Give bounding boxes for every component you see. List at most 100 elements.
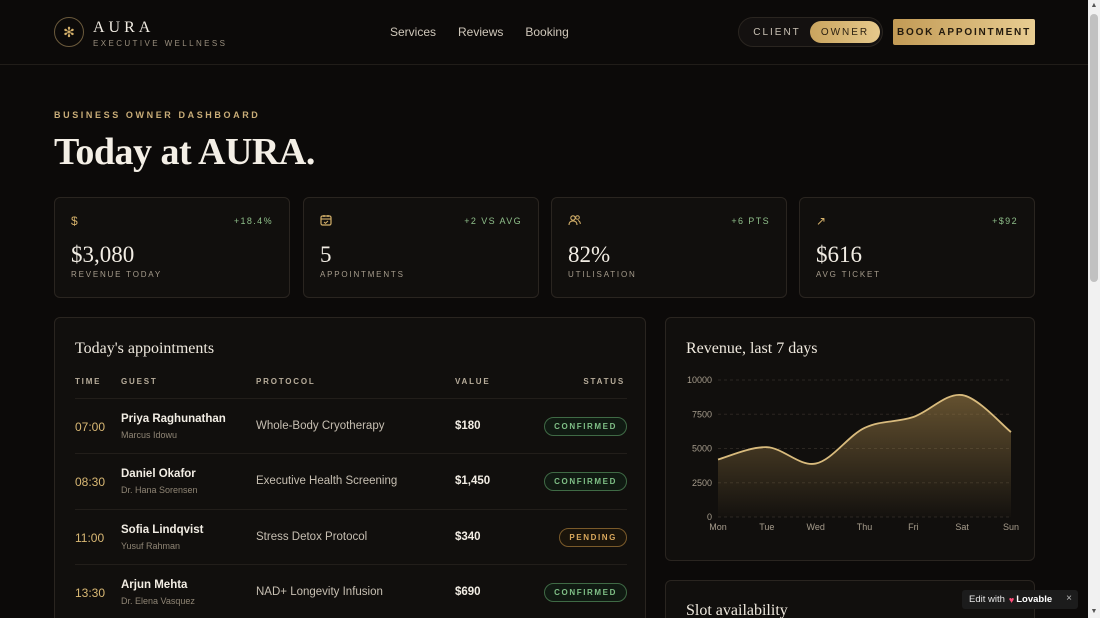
- arrow-up-right-icon: ↗: [816, 214, 827, 228]
- lovable-heart-icon: ♥: [1008, 594, 1015, 605]
- data-point-thu: [863, 426, 866, 429]
- protocol-name: Executive Health Screening: [256, 475, 398, 487]
- kpi-card-utilisation: +6 PTS 82% UTILISATION: [551, 197, 787, 298]
- appointment-value: $690: [455, 586, 481, 598]
- dashboard-eyebrow: BUSINESS OWNER DASHBOARD: [54, 110, 261, 120]
- status-badge: PENDING: [559, 528, 627, 547]
- kpi-value: $3,080: [71, 242, 135, 267]
- appointments-title: Today's appointments: [75, 340, 215, 357]
- data-point-mon: [717, 458, 720, 461]
- brand-tagline: EXECUTIVE WELLNESS: [93, 39, 228, 48]
- appointment-time: 13:30: [75, 586, 106, 600]
- nav-link-services[interactable]: Services: [390, 25, 436, 39]
- main-nav: Services Reviews Booking: [390, 25, 591, 39]
- page-title: Today at AURA.: [54, 131, 315, 173]
- x-tick-label: Fri: [908, 522, 919, 532]
- y-tick-label: 7500: [692, 409, 712, 419]
- guest-name: Priya Raghunathan: [121, 413, 226, 425]
- kpi-card-avg-ticket: ↗ +$92 $616 AVG TICKET: [799, 197, 1035, 298]
- practitioner-name: Yusuf Rahman: [121, 541, 181, 551]
- page-scrollbar[interactable]: ▲ ▼: [1088, 0, 1100, 618]
- x-tick-label: Tue: [759, 522, 774, 532]
- appointments-panel: Today's appointments TIME GUEST PROTOCOL…: [54, 317, 646, 618]
- appointment-value: $180: [455, 420, 481, 432]
- revenue-area: [718, 394, 1011, 517]
- practitioner-name: Dr. Elena Vasquez: [121, 596, 195, 606]
- brand-name[interactable]: AURA: [93, 19, 154, 37]
- revenue-chart-panel: Revenue, last 7 days 0 2500 5000 7500 10000 M…: [665, 317, 1035, 561]
- mode-toggle: CLIENT OWNER: [738, 17, 883, 47]
- status-badge: CONFIRMED: [544, 472, 627, 491]
- book-appointment-button[interactable]: BOOK APPOINTMENT: [893, 19, 1035, 45]
- kpi-label: UTILISATION: [568, 270, 637, 279]
- users-icon: [568, 214, 581, 229]
- appointment-row[interactable]: 07:00 Priya Raghunathan Marcus Idowu Who…: [75, 398, 627, 454]
- status-badge: CONFIRMED: [544, 583, 627, 602]
- column-header-time: TIME: [75, 377, 102, 386]
- column-header-guest: GUEST: [121, 377, 158, 386]
- scroll-thumb[interactable]: [1090, 14, 1098, 282]
- nav-link-reviews[interactable]: Reviews: [458, 25, 503, 39]
- data-point-wed: [814, 462, 817, 465]
- kpi-label: APPOINTMENTS: [320, 270, 405, 279]
- kpi-label: AVG TICKET: [816, 270, 881, 279]
- x-tick-label: Sat: [955, 522, 969, 532]
- column-header-protocol: PROTOCOL: [256, 377, 316, 386]
- guest-name: Daniel Okafor: [121, 468, 196, 480]
- appointment-value: $1,450: [455, 475, 491, 487]
- client-mode-button[interactable]: CLIENT: [749, 18, 805, 46]
- column-header-status: STATUS: [583, 377, 625, 386]
- owner-mode-button[interactable]: OWNER: [810, 21, 880, 43]
- data-point-tue: [765, 446, 768, 449]
- scroll-down-arrow-icon[interactable]: ▼: [1090, 608, 1098, 616]
- y-tick-label: 10000: [687, 375, 712, 385]
- x-tick-label: Sun: [1003, 522, 1019, 532]
- appointment-time: 11:00: [75, 531, 105, 545]
- kpi-value: 82%: [568, 242, 611, 267]
- calendar-icon: [320, 214, 332, 229]
- data-point-sat: [961, 394, 964, 397]
- kpi-delta: +6 PTS: [731, 216, 770, 226]
- data-point-sun: [1010, 431, 1013, 434]
- x-tick-label: Thu: [857, 522, 873, 532]
- dollar-icon: $: [71, 214, 78, 228]
- practitioner-name: Dr. Hana Sorensen: [121, 485, 198, 495]
- close-icon[interactable]: ×: [1066, 593, 1072, 604]
- kpi-card-revenue: $ +18.4% $3,080 REVENUE TODAY: [54, 197, 290, 298]
- scroll-up-arrow-icon[interactable]: ▲: [1090, 2, 1098, 10]
- protocol-name: Stress Detox Protocol: [256, 531, 368, 543]
- status-badge: CONFIRMED: [544, 417, 627, 436]
- y-tick-label: 2500: [692, 478, 712, 488]
- data-point-fri: [912, 415, 915, 418]
- guest-name: Arjun Mehta: [121, 579, 188, 591]
- kpi-value: 5: [320, 242, 332, 267]
- kpi-value: $616: [816, 242, 862, 267]
- y-tick-label: 5000: [692, 444, 712, 454]
- x-tick-label: Wed: [806, 522, 824, 532]
- edit-with-lovable-badge[interactable]: Edit with ♥ Lovable ×: [962, 590, 1078, 609]
- slot-availability-title: Slot availability: [686, 602, 788, 618]
- column-header-value: VALUE: [455, 377, 491, 386]
- appointment-time: 08:30: [75, 475, 106, 489]
- practitioner-name: Marcus Idowu: [121, 430, 178, 440]
- protocol-name: NAD+ Longevity Infusion: [256, 586, 383, 598]
- kpi-delta: +2 VS AVG: [464, 216, 522, 226]
- appointment-row[interactable]: 11:00 Sofia Lindqvist Yusuf Rahman Stres…: [75, 509, 627, 565]
- sparkle-icon[interactable]: ✻: [54, 17, 84, 47]
- lovable-prefix: Edit with: [969, 594, 1005, 605]
- protocol-name: Whole-Body Cryotherapy: [256, 420, 385, 432]
- guest-name: Sofia Lindqvist: [121, 524, 204, 536]
- appointment-row[interactable]: 13:30 Arjun Mehta Dr. Elena Vasquez NAD+…: [75, 564, 627, 618]
- y-tick-label: 0: [707, 512, 712, 522]
- appointment-time: 07:00: [75, 420, 106, 434]
- kpi-label: REVENUE TODAY: [71, 270, 162, 279]
- lovable-brand: Lovable: [1016, 594, 1053, 605]
- top-navigation-bar: ✻ AURA EXECUTIVE WELLNESS Services Revie…: [0, 0, 1088, 65]
- kpi-card-appointments: +2 VS AVG 5 APPOINTMENTS: [303, 197, 539, 298]
- kpi-delta: +18.4%: [233, 216, 273, 226]
- revenue-chart: 0 2500 5000 7500 10000 Mon Tue Wed Thu Fri Sat Sun: [687, 375, 1019, 532]
- appointment-value: $340: [455, 531, 481, 543]
- appointment-row[interactable]: 08:30 Daniel Okafor Dr. Hana Sorensen Ex…: [75, 453, 627, 509]
- nav-link-booking[interactable]: Booking: [525, 25, 568, 39]
- x-tick-label: Mon: [709, 522, 727, 532]
